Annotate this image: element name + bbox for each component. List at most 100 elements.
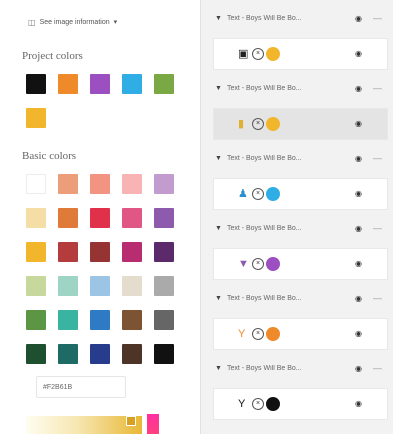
link-circle-icon[interactable]: × — [252, 258, 264, 270]
collapse-triangle-icon[interactable]: ▼ — [215, 155, 222, 162]
basic-color-swatch[interactable] — [26, 174, 46, 194]
basic-color-swatch[interactable] — [26, 242, 46, 262]
color-panel: ◫ See image information ▾ Project colors… — [14, 0, 200, 434]
visibility-eye-icon[interactable]: ◉ — [355, 259, 362, 268]
image-information-toggle[interactable]: ◫ See image information ▾ — [22, 12, 123, 32]
layer-row[interactable]: ▼ × ◉ — [213, 248, 388, 280]
link-circle-icon[interactable]: × — [252, 188, 264, 200]
visibility-eye-icon[interactable]: ◉ — [355, 49, 362, 58]
image-info-icon: ◫ — [28, 17, 36, 27]
basic-color-swatch[interactable] — [90, 242, 110, 262]
project-color-swatch[interactable] — [90, 74, 110, 94]
fill-color-dot[interactable] — [266, 117, 280, 131]
collapse-triangle-icon[interactable]: ▼ — [215, 295, 222, 302]
more-options-icon[interactable]: — — [373, 223, 382, 233]
image-information-label: See image information — [39, 18, 110, 26]
link-circle-icon[interactable]: × — [252, 48, 264, 60]
layer-row[interactable]: ▮ × ◉ — [213, 108, 388, 140]
project-color-swatch[interactable] — [26, 108, 46, 128]
layer-group-header[interactable]: ▼ Text - Boys Will Be Bo... ◉ — — [201, 286, 393, 310]
layer-group-header[interactable]: ▼ Text - Boys Will Be Bo... ◉ — — [201, 146, 393, 170]
layer-group-header[interactable]: ▼ Text - Boys Will Be Bo... ◉ — — [201, 356, 393, 380]
layer-group-header[interactable]: ▼ Text - Boys Will Be Bo... ◉ — — [201, 216, 393, 240]
more-options-icon[interactable]: — — [373, 153, 382, 163]
fill-color-dot[interactable] — [266, 187, 280, 201]
visibility-eye-icon[interactable]: ◉ — [355, 329, 362, 338]
fill-color-dot[interactable] — [266, 257, 280, 271]
basic-color-swatch[interactable] — [90, 344, 110, 364]
more-options-icon[interactable]: — — [373, 363, 382, 373]
basic-color-swatch[interactable] — [122, 208, 142, 228]
basic-color-swatch[interactable] — [58, 242, 78, 262]
visibility-eye-icon[interactable]: ◉ — [355, 154, 362, 163]
project-color-swatch[interactable] — [26, 74, 46, 94]
basic-color-swatch[interactable] — [122, 276, 142, 296]
layer-group-label: Text - Boys Will Be Bo... — [226, 84, 302, 92]
basic-color-swatch[interactable] — [26, 276, 46, 296]
visibility-eye-icon[interactable]: ◉ — [355, 364, 362, 373]
visibility-eye-icon[interactable]: ◉ — [355, 399, 362, 408]
layer-group-label: Text - Boys Will Be Bo... — [226, 294, 302, 302]
color-picker-handle[interactable] — [126, 416, 136, 426]
project-color-swatch[interactable] — [122, 74, 142, 94]
basic-color-swatch[interactable] — [154, 242, 174, 262]
link-circle-icon[interactable]: × — [252, 328, 264, 340]
layer-group-label: Text - Boys Will Be Bo... — [226, 364, 302, 372]
basic-color-swatch[interactable] — [58, 344, 78, 364]
layer-group-header[interactable]: ▼ Text - Boys Will Be Bo... ◉ — — [201, 6, 393, 30]
visibility-eye-icon[interactable]: ◉ — [355, 224, 362, 233]
link-circle-icon[interactable]: × — [252, 398, 264, 410]
basic-color-swatch[interactable] — [26, 208, 46, 228]
more-options-icon[interactable]: — — [373, 13, 382, 23]
basic-color-swatch[interactable] — [122, 242, 142, 262]
basic-color-swatch[interactable] — [122, 310, 142, 330]
layer-shape-icon: ▮ — [238, 118, 245, 130]
collapse-triangle-icon[interactable]: ▼ — [215, 15, 222, 22]
layer-row[interactable]: Y × ◉ — [213, 388, 388, 420]
visibility-eye-icon[interactable]: ◉ — [355, 119, 362, 128]
basic-color-swatch[interactable] — [122, 174, 142, 194]
basic-color-swatch[interactable] — [90, 174, 110, 194]
basic-color-swatch[interactable] — [90, 208, 110, 228]
basic-color-swatch[interactable] — [90, 276, 110, 296]
basic-color-swatch[interactable] — [154, 344, 174, 364]
basic-color-swatch[interactable] — [26, 310, 46, 330]
basic-color-swatch[interactable] — [26, 344, 46, 364]
project-color-swatch[interactable] — [58, 74, 78, 94]
color-picker-area[interactable] — [26, 416, 142, 434]
basic-color-swatch[interactable] — [154, 208, 174, 228]
visibility-eye-icon[interactable]: ◉ — [355, 84, 362, 93]
basic-color-swatch[interactable] — [58, 276, 78, 296]
link-circle-icon[interactable]: × — [252, 118, 264, 130]
visibility-eye-icon[interactable]: ◉ — [355, 189, 362, 198]
basic-color-swatch[interactable] — [154, 310, 174, 330]
collapse-triangle-icon[interactable]: ▼ — [215, 225, 222, 232]
basic-color-swatch[interactable] — [58, 310, 78, 330]
layer-group-header[interactable]: ▼ Text - Boys Will Be Bo... ◉ — — [201, 76, 393, 100]
more-options-icon[interactable]: — — [373, 293, 382, 303]
layer-group-label: Text - Boys Will Be Bo... — [226, 224, 302, 232]
visibility-eye-icon[interactable]: ◉ — [355, 14, 362, 23]
basic-color-swatch[interactable] — [90, 310, 110, 330]
layer-row[interactable]: Y × ◉ — [213, 318, 388, 350]
fill-color-dot[interactable] — [266, 327, 280, 341]
fill-color-dot[interactable] — [266, 47, 280, 61]
basic-colors-title: Basic colors — [22, 150, 77, 162]
basic-color-swatch[interactable] — [122, 344, 142, 364]
hex-color-input[interactable]: #F2B61B — [36, 376, 126, 398]
collapse-triangle-icon[interactable]: ▼ — [215, 85, 222, 92]
layer-shape-icon: ▣ — [238, 48, 249, 60]
basic-color-swatch[interactable] — [154, 276, 174, 296]
hue-slider[interactable] — [147, 414, 159, 434]
layer-group-label: Text - Boys Will Be Bo... — [226, 154, 302, 162]
collapse-triangle-icon[interactable]: ▼ — [215, 365, 222, 372]
fill-color-dot[interactable] — [266, 397, 280, 411]
visibility-eye-icon[interactable]: ◉ — [355, 294, 362, 303]
basic-color-swatch[interactable] — [154, 174, 174, 194]
more-options-icon[interactable]: — — [373, 83, 382, 93]
basic-color-swatch[interactable] — [58, 208, 78, 228]
basic-color-swatch[interactable] — [58, 174, 78, 194]
project-color-swatch[interactable] — [154, 74, 174, 94]
layer-row[interactable]: ▣ × ◉ — [213, 38, 388, 70]
layer-row[interactable]: ♟ × ◉ — [213, 178, 388, 210]
